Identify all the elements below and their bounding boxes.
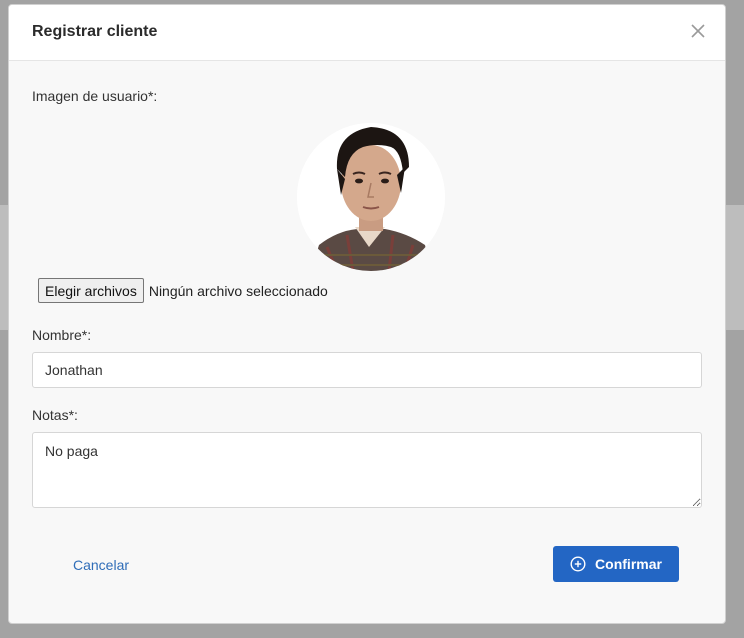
- cancel-button[interactable]: Cancelar: [73, 557, 129, 573]
- file-status-text: Ningún archivo seleccionado: [148, 282, 328, 299]
- name-label: Nombre*:: [32, 327, 92, 343]
- modal-title: Registrar cliente: [32, 23, 158, 40]
- avatar-photo: [297, 123, 445, 271]
- modal-header: Registrar cliente: [9, 5, 725, 61]
- notes-textarea[interactable]: No paga: [32, 432, 702, 508]
- notes-label: Notas*:: [32, 407, 78, 423]
- choose-files-button[interactable]: Elegir archivos: [38, 278, 144, 303]
- name-input[interactable]: [32, 352, 702, 388]
- confirm-label: Confirmar: [595, 556, 662, 572]
- close-icon[interactable]: [689, 22, 707, 40]
- file-picker: Elegir archivos Ningún archivo seleccion…: [38, 278, 328, 303]
- confirm-button[interactable]: Confirmar: [553, 546, 679, 582]
- register-client-modal: Registrar cliente Imagen de usuario*: El…: [8, 4, 726, 624]
- user-avatar-preview: [297, 123, 445, 271]
- plus-circle-icon: [570, 556, 586, 572]
- user-image-label: Imagen de usuario*:: [32, 88, 158, 104]
